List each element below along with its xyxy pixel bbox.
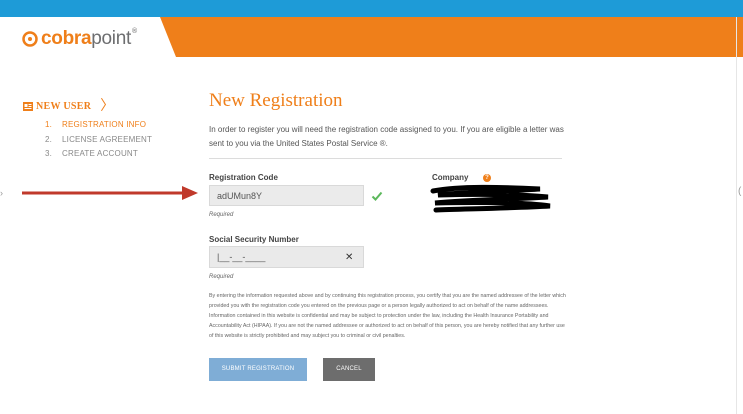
step-number: 2. [45,134,53,144]
sidebar-title-label: NEW USER [36,100,92,112]
ssn-required: Required [209,274,234,280]
ssn-label: Social Security Number [209,235,299,244]
cobrapoint-logo[interactable]: cobrapoint® [22,28,137,50]
submit-registration-button[interactable]: SUBMIT REGISTRATION [209,358,307,381]
step-number: 3. [45,149,53,158]
registration-code-required: Required [209,212,234,218]
logo-mark-icon [22,31,38,47]
logo-text-cobra: cobra [41,28,92,49]
legal-disclaimer: By entering the information requested ab… [209,293,566,339]
left-edge-mark: › [0,188,3,198]
clear-icon[interactable]: ✕ [345,252,353,263]
step-label: LICENSE AGREEMENT [62,134,153,144]
step-registration-info: 1. REGISTRATION INFO [45,118,152,133]
page-title: New Registration [209,90,343,111]
registration-code-input[interactable]: adUMun8Y [209,185,364,206]
intro-text: In order to register you will need the r… [209,125,564,148]
ssn-input[interactable]: |__-__-____ [209,246,364,268]
section-divider [209,158,562,159]
page-edge-line [736,17,737,414]
right-edge-mark: ( [738,186,742,197]
step-license-agreement: 2. LICENSE AGREEMENT [45,133,152,148]
logo-text-point: point [91,28,131,49]
step-label: CREATE ACCOUNT [62,149,138,158]
top-bar [0,0,743,17]
logo-trademark: ® [131,28,137,35]
redacted-company-value [430,184,551,213]
company-label: Company [432,173,469,182]
step-create-account: 3. CREATE ACCOUNT [45,147,152,162]
logo-text: cobrapoint® [41,28,137,50]
chevron-right-icon: 〉 [100,98,115,114]
cancel-button[interactable]: CANCEL [323,358,375,381]
step-label: REGISTRATION INFO [62,120,147,129]
step-number: 1. [45,120,53,129]
check-icon [371,191,383,201]
user-card-icon [23,101,33,111]
annotation-arrow-icon [22,186,198,200]
registration-code-label: Registration Code [209,173,278,182]
help-icon[interactable]: ? [483,174,491,182]
registration-steps: 1. REGISTRATION INFO 2. LICENSE AGREEMEN… [45,118,152,162]
sidebar-section-title: NEW USER 〉 [23,96,114,116]
